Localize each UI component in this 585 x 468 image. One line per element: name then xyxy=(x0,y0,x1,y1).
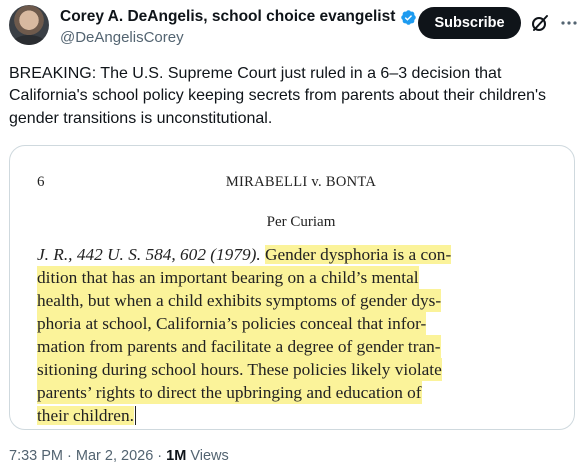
doc-highlighted-text: their children. xyxy=(37,406,134,425)
meta-separator: · xyxy=(153,448,167,464)
meta-separator: · xyxy=(63,448,76,464)
doc-highlighted-text: parents’ rights to direct the upbringing… xyxy=(37,381,422,404)
doc-highlighted-text: sitioning during school hours. These pol… xyxy=(37,358,442,381)
doc-line: J. R., 442 U. S. 584, 602 (1979). Gender… xyxy=(37,243,452,266)
avatar-shoulders xyxy=(13,35,45,45)
views-label: Views xyxy=(186,448,229,464)
tweet-meta: 7:33 PM · Mar 2, 2026 · 1M Views xyxy=(9,447,229,465)
doc-citation: J. R., 442 U. S. 584, 602 (1979). xyxy=(37,245,261,264)
views-count[interactable]: 1M xyxy=(166,448,186,464)
avatar[interactable] xyxy=(9,5,49,45)
text-cursor xyxy=(134,406,137,425)
tweet-date[interactable]: Mar 2, 2026 xyxy=(76,448,153,464)
doc-highlighted-text: mation from parents and facilitate a deg… xyxy=(37,335,441,358)
doc-highlighted-text: phoria at school, California’s policies … xyxy=(37,312,427,335)
doc-case-title: MIRABELLI v. BONTA xyxy=(225,174,377,190)
doc-section-heading: Per Curiam xyxy=(266,214,336,230)
display-name[interactable]: Corey A. DeAngelis, school choice evange… xyxy=(60,8,395,26)
author-handle[interactable]: @DeAngelisCorey xyxy=(60,29,184,47)
doc-highlighted-text: dition that has an important bearing on … xyxy=(37,266,419,289)
tweet-text: BREAKING: The U.S. Supreme Court just ru… xyxy=(9,65,547,127)
verified-badge-icon[interactable] xyxy=(400,9,417,26)
court-document: 6 MIRABELLI v. BONTA Per Curiam J. R., 4… xyxy=(10,146,574,429)
author-name-line[interactable]: Corey A. DeAngelis, school choice evange… xyxy=(60,8,417,26)
more-icon[interactable] xyxy=(560,14,578,32)
tweet-media-image[interactable]: 6 MIRABELLI v. BONTA Per Curiam J. R., 4… xyxy=(9,145,575,430)
grok-slash-icon[interactable] xyxy=(530,13,550,33)
doc-highlighted-text: health, but when a child exhibits sympto… xyxy=(37,289,442,312)
doc-line: their children. xyxy=(37,404,137,427)
tweet-time[interactable]: 7:33 PM xyxy=(9,448,63,464)
doc-highlighted-text: Gender dysphoria is a con- xyxy=(265,245,452,264)
subscribe-button[interactable]: Subscribe xyxy=(418,7,521,39)
